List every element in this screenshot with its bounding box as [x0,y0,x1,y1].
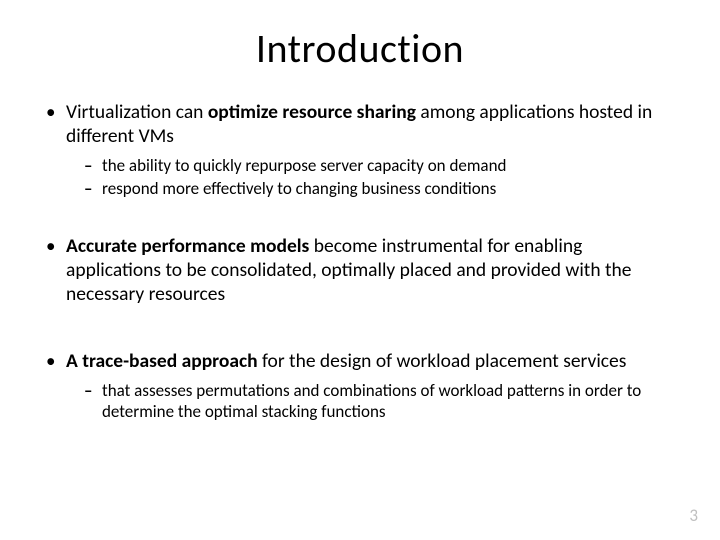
bullet-item-2: Accurate performance models become instr… [44,235,676,306]
sub-item-1b: respond more effectively to changing bus… [84,178,676,199]
bullet-item-1: Virtualization can optimize resource sha… [44,101,676,199]
sub-item-1a: the ability to quickly repurpose server … [84,155,676,176]
bullet-list: Virtualization can optimize resource sha… [44,101,676,423]
slide-title: Introduction [44,24,676,73]
sub-list-1: the ability to quickly repurpose server … [84,155,676,200]
bullet2-bold: Accurate performance models [66,234,309,258]
bullet1-pre: Virtualization can [66,100,208,124]
bullet1-bold: optimize resource sharing [208,100,421,124]
bullet3-bold: A trace-based approach [66,349,262,373]
slide: Introduction Virtualization can optimize… [0,0,720,540]
bullet3-post: for the design of workload placement ser… [262,349,626,373]
slide-content: Virtualization can optimize resource sha… [44,101,676,423]
sub-list-3: that assesses permutations and combinati… [84,380,676,423]
sub-item-3a: that assesses permutations and combinati… [84,380,676,423]
bullet-item-3: A trace-based approach for the design of… [44,350,676,422]
page-number: 3 [689,505,698,526]
